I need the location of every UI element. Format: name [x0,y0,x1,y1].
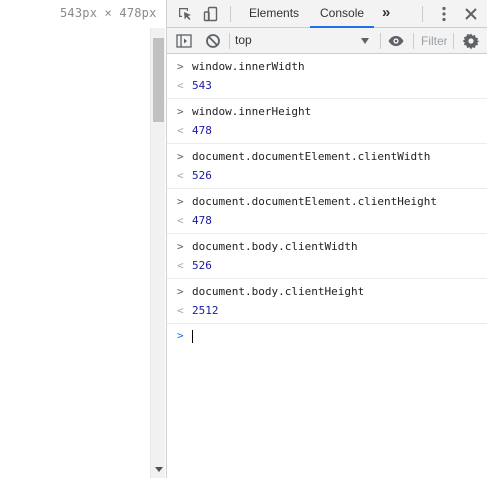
input-chevron-icon: > [177,105,184,118]
inspected-page-area: 543px × 478px [0,0,156,478]
console-command: document.documentElement.clientWidth [192,150,431,163]
scrollbar-thumb[interactable] [153,38,164,122]
prompt-chevron-icon: > [177,329,184,342]
more-tabs-button[interactable]: » [382,0,390,27]
console-entry: > document.documentElement.clientWidth <5… [167,144,487,189]
tab-elements[interactable]: Elements [249,0,299,27]
clear-console-icon[interactable] [204,32,222,50]
console-entry: > window.innerWidth <543 [167,54,487,99]
viewport-size-label: 543px × 478px [60,6,157,20]
tab-console[interactable]: Console [310,0,375,28]
console-settings-icon[interactable] [462,32,480,50]
device-toolbar-icon[interactable] [202,5,220,23]
devtools-panel: Elements Console » top Filter > window.i… [166,0,487,478]
console-command: window.innerHeight [192,105,312,118]
console-result: 526 [192,169,212,182]
console-toolbar: top [167,28,487,54]
console-entry: > document.body.clientWidth <526 [167,234,487,279]
close-icon[interactable] [462,5,480,23]
live-expression-icon[interactable] [387,32,405,50]
console-result: 543 [192,79,212,92]
console-command: document.body.clientWidth [192,240,358,253]
input-chevron-icon: > [177,195,184,208]
input-chevron-icon: > [177,150,184,163]
toolbar-divider [229,33,230,49]
result-chevron-icon: < [177,214,184,227]
result-chevron-icon: < [177,169,184,182]
input-chevron-icon: > [177,60,184,73]
console-command: document.documentElement.clientHeight [192,195,438,208]
console-result: 478 [192,124,212,137]
execution-context-value: top [235,33,252,47]
result-chevron-icon: < [177,304,184,317]
chevron-down-icon [361,38,369,44]
toolbar-divider [453,33,454,49]
toolbar-divider [380,33,381,49]
toolbar-divider [413,33,414,49]
page-scrollbar[interactable] [150,28,165,478]
console-entry: > document.body.clientHeight <2512 [167,279,487,324]
kebab-menu-icon[interactable] [435,5,453,23]
console-command: window.innerWidth [192,60,305,73]
result-chevron-icon: < [177,124,184,137]
inspect-element-icon[interactable] [176,5,194,23]
console-messages[interactable]: > window.innerWidth <543 > window.innerHei… [167,54,487,346]
console-sidebar-icon[interactable] [175,32,193,50]
input-chevron-icon: > [177,240,184,253]
text-caret [192,330,193,343]
console-prompt[interactable]: > [167,326,487,346]
execution-context-select[interactable]: top [235,31,373,50]
result-chevron-icon: < [177,79,184,92]
console-result: 526 [192,259,212,272]
filter-input[interactable] [419,31,449,50]
result-chevron-icon: < [177,259,184,272]
console-result: 2512 [192,304,219,317]
devtools-tabbar: Elements Console » [167,0,487,28]
scroll-down-arrow-icon[interactable] [155,467,163,472]
tabbar-divider [230,6,231,22]
console-entry: > window.innerHeight <478 [167,99,487,144]
console-entry: > document.documentElement.clientHeight <… [167,189,487,234]
tabbar-divider [422,6,423,22]
console-command: document.body.clientHeight [192,285,365,298]
console-result: 478 [192,214,212,227]
input-chevron-icon: > [177,285,184,298]
